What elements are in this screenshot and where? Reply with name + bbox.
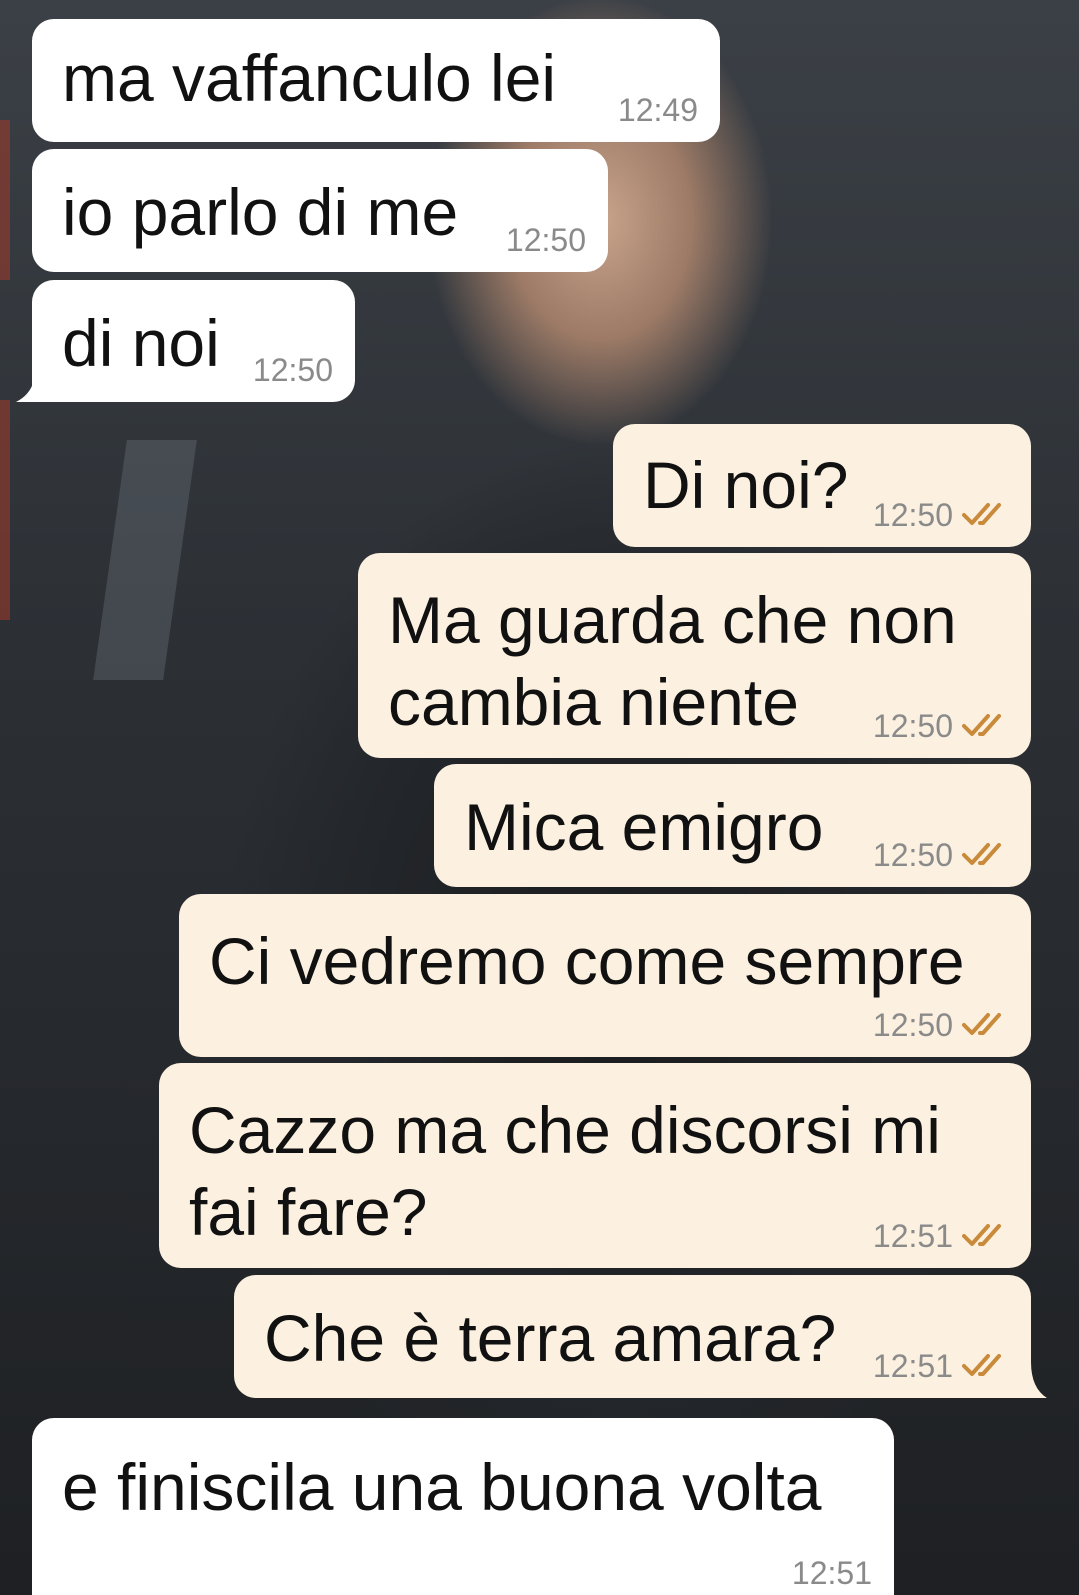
- message-time: 12:51: [872, 1348, 953, 1384]
- incoming-message[interactable]: e finiscila una buona volta 12:51: [32, 1418, 894, 1595]
- message-text: io parlo di me: [62, 175, 459, 249]
- message-meta: 12:50: [253, 352, 333, 388]
- wallpaper-red-light: [0, 120, 10, 280]
- message-time: 12:50: [505, 222, 586, 258]
- double-check-icon: [962, 1354, 1001, 1376]
- message-meta: 12:50: [873, 1007, 1013, 1043]
- message-time: 12:50: [872, 1007, 953, 1043]
- message-meta: 12:50: [873, 497, 1013, 533]
- message-text: Mica emigro: [464, 790, 824, 864]
- bubble-tail: [1031, 1362, 1047, 1398]
- message-text: Ma guarda che non cambia niente: [388, 583, 957, 739]
- double-check-icon: [962, 843, 1001, 865]
- outgoing-message[interactable]: Cazzo ma che discorsi mi fai fare? 12:51: [159, 1063, 1031, 1268]
- message-text: di noi: [62, 306, 220, 380]
- incoming-message[interactable]: ma vaffanculo lei 12:49: [32, 19, 720, 142]
- message-meta: 12:51: [792, 1555, 872, 1591]
- double-check-icon: [962, 714, 1001, 736]
- incoming-message[interactable]: io parlo di me 12:50: [32, 149, 608, 272]
- message-text: Di noi?: [643, 448, 849, 522]
- message-meta: 12:51: [873, 1348, 1013, 1384]
- message-time: 12:49: [617, 92, 698, 128]
- message-meta: 12:49: [618, 92, 698, 128]
- message-text: Cazzo ma che discorsi mi fai fare?: [189, 1093, 941, 1249]
- message-meta: 12:50: [873, 708, 1013, 744]
- message-meta: 12:50: [506, 222, 586, 258]
- message-time: 12:51: [791, 1555, 872, 1591]
- double-check-icon: [962, 1013, 1001, 1035]
- message-text: Ci vedremo come sempre: [209, 924, 965, 998]
- incoming-message[interactable]: di noi 12:50: [32, 280, 355, 402]
- wallpaper-window-light: [93, 440, 197, 680]
- wallpaper-red-light: [0, 400, 10, 620]
- message-time: 12:50: [872, 708, 953, 744]
- message-time: 12:51: [872, 1218, 953, 1254]
- outgoing-message[interactable]: Ci vedremo come sempre 12:50: [179, 894, 1031, 1057]
- double-check-icon: [962, 1224, 1001, 1246]
- message-time: 12:50: [872, 837, 953, 873]
- double-check-icon: [962, 503, 1001, 525]
- outgoing-message[interactable]: Ma guarda che non cambia niente 12:50: [358, 553, 1031, 758]
- outgoing-message[interactable]: Che è terra amara? 12:51: [234, 1275, 1031, 1398]
- message-time: 12:50: [872, 497, 953, 533]
- message-text: Che è terra amara?: [264, 1301, 837, 1375]
- message-meta: 12:50: [873, 837, 1013, 873]
- message-meta: 12:51: [873, 1218, 1013, 1254]
- message-text: e finiscila una buona volta: [62, 1450, 822, 1524]
- message-time: 12:50: [252, 352, 333, 388]
- outgoing-message[interactable]: Di noi? 12:50: [613, 424, 1031, 547]
- message-text: ma vaffanculo lei: [62, 41, 557, 115]
- outgoing-message[interactable]: Mica emigro 12:50: [434, 764, 1031, 887]
